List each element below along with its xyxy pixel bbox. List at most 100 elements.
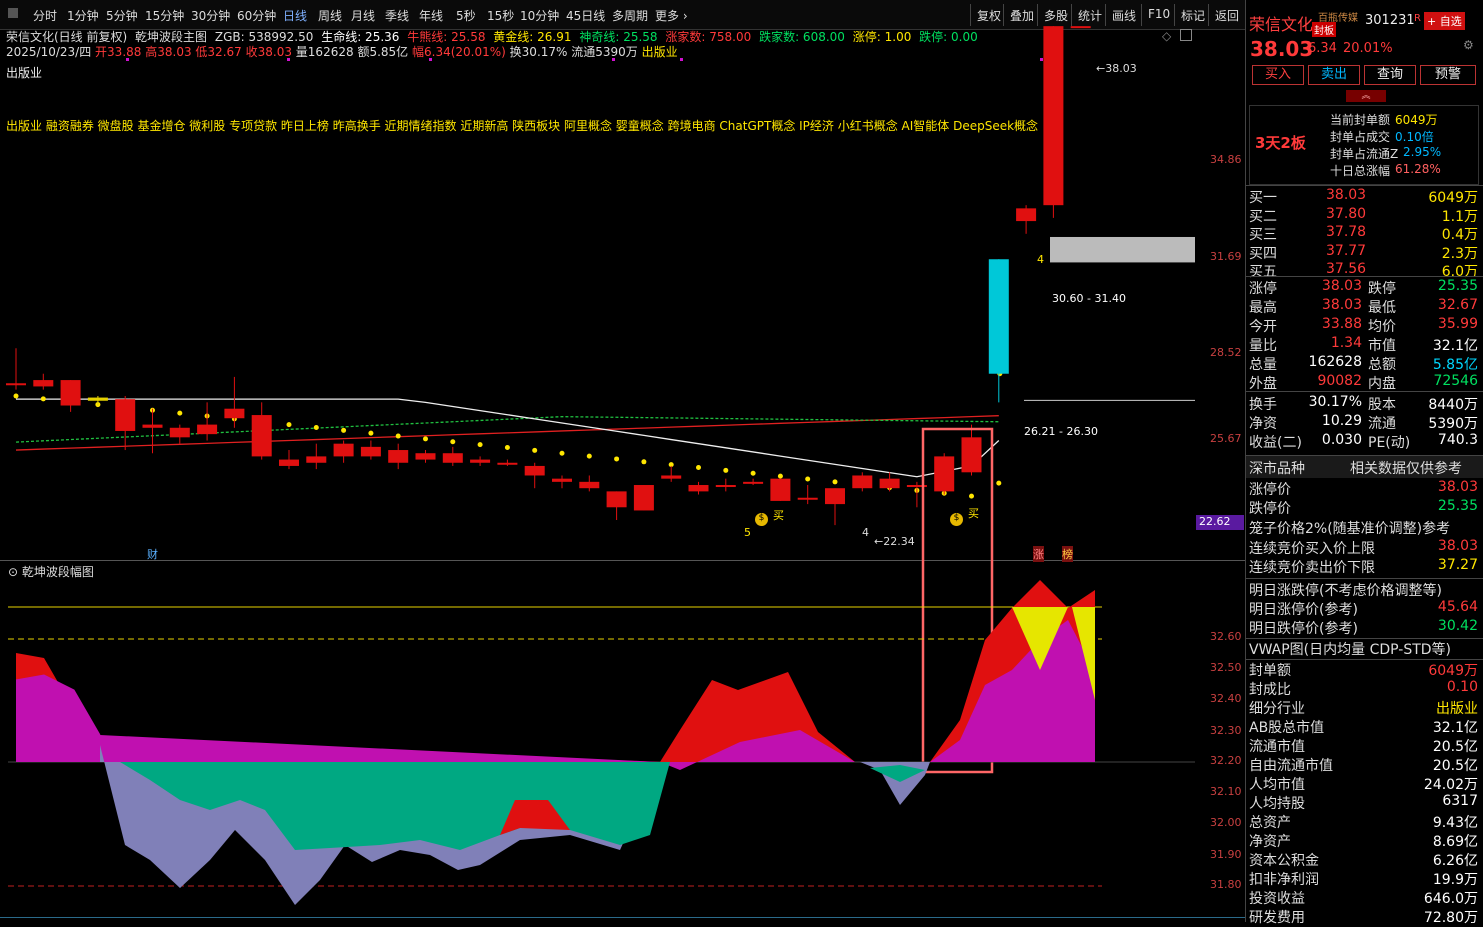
gold-dot <box>40 396 46 402</box>
alert-button[interactable]: 预警 <box>1420 65 1476 85</box>
quote-value: 72546 <box>1433 373 1478 389</box>
limit-value: 45.64 <box>1437 599 1478 615</box>
fund-label: 流通 <box>1368 416 1396 432</box>
fund-value: 10.29 <box>1321 413 1362 429</box>
candle-body <box>879 478 900 489</box>
stock-name: 荣信文化 <box>1249 15 1314 34</box>
zhang-marker: 涨 <box>1033 546 1044 562</box>
candle-body <box>251 415 272 457</box>
quote-label: 涨停 <box>1249 281 1277 297</box>
ytick: 32.30 <box>1210 724 1242 737</box>
query-button[interactable]: 查询 <box>1364 65 1416 85</box>
collapse-icon[interactable]: ︽ <box>1346 90 1386 102</box>
candle-body <box>87 397 108 401</box>
signal-marker <box>429 58 432 61</box>
gold-dot <box>341 427 347 433</box>
zone-bottom-label: 26.21 - 26.30 <box>1024 425 1098 438</box>
limit-label[interactable]: 笼子价格2%(随基准价调整)参考 <box>1249 518 1450 538</box>
candle-body <box>524 465 545 476</box>
candle-body <box>470 459 491 463</box>
price-change: 6.34 <box>1308 41 1337 56</box>
ten-day-value: 61.28% <box>1395 162 1441 176</box>
seal-turn-label: 封单占成交 <box>1330 130 1391 144</box>
sub-chart-title[interactable]: ⊙ 乾坤波段幅图 <box>8 563 94 580</box>
ytick: 31.69 <box>1210 250 1242 263</box>
candle-body <box>388 450 409 463</box>
fund-label: 股本 <box>1368 397 1396 413</box>
stat-label: 细分行业 <box>1249 701 1305 717</box>
seal-float-label: 封单占流通Z <box>1330 147 1399 161</box>
money-bag-icon: $ <box>755 513 768 526</box>
limit-label[interactable]: VWAP图(日内均量 CDP-STD等) <box>1249 639 1451 659</box>
candle-body <box>142 424 163 428</box>
main-candle-chart[interactable] <box>0 0 1245 922</box>
buy-button[interactable]: 买入 <box>1252 65 1304 85</box>
stat-label: 总资产 <box>1249 815 1291 831</box>
ytick: 25.67 <box>1210 432 1242 445</box>
stat-label: 净资产 <box>1249 834 1291 850</box>
bull-line-series <box>15 415 999 451</box>
ytick: 31.80 <box>1210 878 1242 891</box>
seal-amt-value: 6049万 <box>1395 113 1438 127</box>
gold-dot <box>559 450 565 456</box>
gold-dot <box>996 480 1002 486</box>
buy-signal: 买 <box>968 507 979 520</box>
fund-label: 收益(二) <box>1249 435 1302 451</box>
green-line-series <box>15 415 999 443</box>
bid-volume: 1.1万 <box>1441 208 1478 225</box>
limit-label: 涨停价 <box>1249 482 1291 498</box>
sell-button[interactable]: 卖出 <box>1308 65 1360 85</box>
candle-body <box>33 380 54 387</box>
quote-value: 32.67 <box>1437 297 1478 313</box>
quote-label: 均价 <box>1368 319 1396 335</box>
quote-label: 最低 <box>1368 300 1396 316</box>
divider <box>1246 638 1483 639</box>
candle-body <box>224 408 245 419</box>
ytick: 34.86 <box>1210 153 1242 166</box>
related-stock[interactable]: 百瓶传媒 <box>1318 9 1358 24</box>
gold-dot <box>532 447 538 453</box>
add-watchlist-button[interactable]: + 自选 <box>1424 12 1465 30</box>
ytick: 32.10 <box>1210 785 1242 798</box>
limit-label: 明日涨停价(参考) <box>1249 602 1358 618</box>
candle-body <box>497 462 518 465</box>
stat-value: 6.26亿 <box>1432 853 1478 869</box>
signal-marker <box>287 58 290 61</box>
candle-body <box>6 383 26 386</box>
candle-body <box>552 478 572 482</box>
stat-label: AB股总市值 <box>1249 720 1325 736</box>
stat-value: 72.80万 <box>1423 910 1478 926</box>
limit-label[interactable]: 明日涨跌停(不考虑价格调整等) <box>1249 580 1442 600</box>
gold-dot <box>368 430 374 436</box>
seal-amt-label: 当前封单额 <box>1330 113 1391 127</box>
stat-value: 20.5亿 <box>1432 739 1478 755</box>
quote-value: 25.35 <box>1437 278 1478 294</box>
ten-day-label: 十日总涨幅 <box>1330 164 1391 178</box>
gold-dot <box>805 476 811 482</box>
seal-turn-value: 0.10倍 <box>1395 130 1434 144</box>
candle-body <box>797 497 818 500</box>
quote-value: 90082 <box>1317 373 1362 389</box>
quote-label: 今开 <box>1249 319 1277 335</box>
count-label: 5 <box>744 526 751 539</box>
stat-label: 封成比 <box>1249 682 1291 698</box>
gold-dot <box>614 456 620 462</box>
gold-dot <box>450 439 456 445</box>
ytick: 32.20 <box>1210 754 1242 767</box>
bid-volume: 0.4万 <box>1441 227 1478 243</box>
gold-dot <box>286 422 292 428</box>
gold-dot <box>586 453 592 459</box>
price-tag: 22.62 <box>1196 515 1244 530</box>
candle-body <box>743 481 764 484</box>
bid-label: 买二 <box>1249 208 1277 225</box>
bid-label: 买四 <box>1249 245 1277 262</box>
bid-volume: 2.3万 <box>1441 245 1478 262</box>
candle-body <box>306 456 327 463</box>
fund-value: 5390万 <box>1428 416 1478 432</box>
limit-value: 25.35 <box>1437 498 1478 514</box>
settings-icon[interactable]: ⚙ <box>1463 38 1474 52</box>
candle-body <box>579 481 600 489</box>
count-label: 4 <box>1037 253 1044 266</box>
gold-dot <box>777 473 783 479</box>
stat-label: 人均市值 <box>1249 777 1305 793</box>
